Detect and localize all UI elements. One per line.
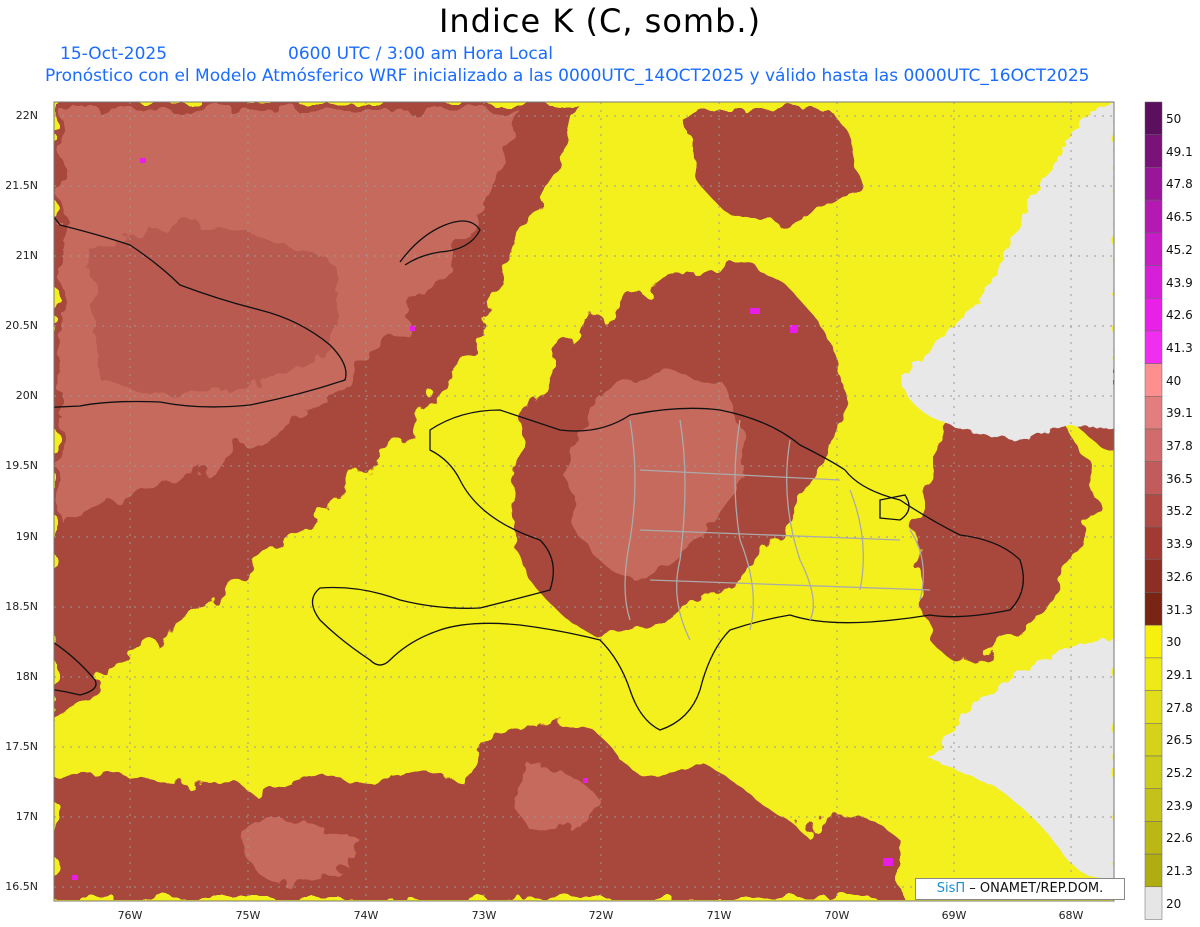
colorbar-label: 26.5 bbox=[1166, 733, 1193, 748]
colorbar-label: 39.1 bbox=[1166, 406, 1193, 421]
colorbar-swatch bbox=[1144, 396, 1163, 430]
credit-text: – ONAMET/REP.DOM. bbox=[965, 881, 1104, 896]
colorbar-swatch bbox=[1144, 821, 1163, 855]
colorbar-swatch bbox=[1144, 526, 1163, 561]
colorbar-swatch bbox=[1144, 755, 1163, 789]
credit-box: SisΠ – ONAMET/REP.DOM. bbox=[915, 878, 1125, 900]
lat-label: 18.5N bbox=[5, 600, 38, 613]
colorbar-label: 35.2 bbox=[1166, 504, 1193, 519]
lat-label: 20.5N bbox=[5, 319, 38, 332]
lat-label: 17N bbox=[15, 810, 38, 823]
lat-label: 18N bbox=[15, 670, 38, 683]
lon-label: 72W bbox=[588, 909, 614, 922]
lon-label: 69W bbox=[941, 909, 967, 922]
colorbar-label: 33.9 bbox=[1166, 537, 1193, 552]
colorbar-swatch bbox=[1144, 134, 1163, 168]
colorbar-swatch bbox=[1144, 199, 1163, 234]
colorbar-swatch bbox=[1144, 101, 1163, 135]
colorbar-label: 23.9 bbox=[1166, 798, 1193, 813]
lat-label: 17.5N bbox=[5, 740, 38, 753]
colorbar-swatch bbox=[1144, 265, 1163, 299]
colorbar bbox=[1144, 101, 1163, 920]
colorbar-swatch bbox=[1144, 690, 1163, 724]
colorbar-swatch bbox=[1144, 363, 1163, 397]
colorbar-label: 42.6 bbox=[1166, 308, 1193, 323]
lat-label: 22N bbox=[15, 109, 38, 122]
colorbar-label: 41.3 bbox=[1166, 340, 1193, 355]
colorbar-swatch bbox=[1144, 624, 1163, 659]
colorbar-swatch bbox=[1144, 788, 1163, 822]
colorbar-swatch bbox=[1144, 853, 1163, 888]
lon-label: 73W bbox=[471, 909, 497, 922]
colorbar-swatch bbox=[1144, 461, 1163, 495]
k-index-map bbox=[53, 101, 1163, 920]
colorbar-label: 40 bbox=[1166, 373, 1182, 388]
lon-label: 68W bbox=[1058, 909, 1084, 922]
lat-label: 16.5N bbox=[5, 880, 38, 893]
colorbar-label: 22.6 bbox=[1166, 831, 1193, 846]
lat-label: 19N bbox=[15, 530, 38, 543]
lat-label: 21N bbox=[15, 249, 38, 262]
colorbar-swatch bbox=[1144, 297, 1163, 332]
colorbar-swatch bbox=[1144, 592, 1163, 626]
colorbar-label: 36.5 bbox=[1166, 471, 1193, 486]
colorbar-swatch bbox=[1144, 330, 1163, 364]
lat-label: 21.5N bbox=[5, 179, 38, 192]
lat-label: 19.5N bbox=[5, 459, 38, 472]
lon-label: 74W bbox=[353, 909, 379, 922]
lat-label: 20N bbox=[15, 389, 38, 402]
lon-label: 75W bbox=[235, 909, 261, 922]
colorbar-swatch bbox=[1144, 559, 1163, 593]
sistpi-logo: SisΠ bbox=[936, 881, 966, 896]
lon-label: 76W bbox=[117, 909, 143, 922]
colorbar-swatch bbox=[1144, 886, 1163, 920]
colorbar-label: 21.3 bbox=[1166, 864, 1193, 879]
colorbar-label: 45.2 bbox=[1166, 242, 1193, 257]
colorbar-label: 43.9 bbox=[1166, 275, 1193, 290]
colorbar-label: 32.6 bbox=[1166, 569, 1193, 584]
lon-label: 71W bbox=[706, 909, 732, 922]
colorbar-swatch bbox=[1144, 494, 1163, 528]
colorbar-label: 47.8 bbox=[1166, 177, 1193, 192]
colorbar-label: 29.1 bbox=[1166, 667, 1193, 682]
colorbar-swatch bbox=[1144, 232, 1163, 266]
colorbar-swatch bbox=[1144, 723, 1163, 757]
colorbar-label: 46.5 bbox=[1166, 210, 1193, 225]
colorbar-label: 49.1 bbox=[1166, 144, 1193, 159]
colorbar-label: 50 bbox=[1166, 112, 1182, 126]
colorbar-label: 20 bbox=[1166, 896, 1182, 911]
colorbar-label: 27.8 bbox=[1166, 700, 1193, 715]
colorbar-swatch bbox=[1144, 167, 1163, 201]
colorbar-label: 31.3 bbox=[1166, 602, 1193, 617]
colorbar-label: 37.8 bbox=[1166, 439, 1193, 453]
colorbar-label: 25.2 bbox=[1166, 766, 1193, 780]
colorbar-label: 30 bbox=[1166, 635, 1182, 650]
colorbar-swatch bbox=[1144, 657, 1163, 691]
lon-label: 70W bbox=[824, 909, 850, 922]
colorbar-swatch bbox=[1144, 428, 1163, 462]
